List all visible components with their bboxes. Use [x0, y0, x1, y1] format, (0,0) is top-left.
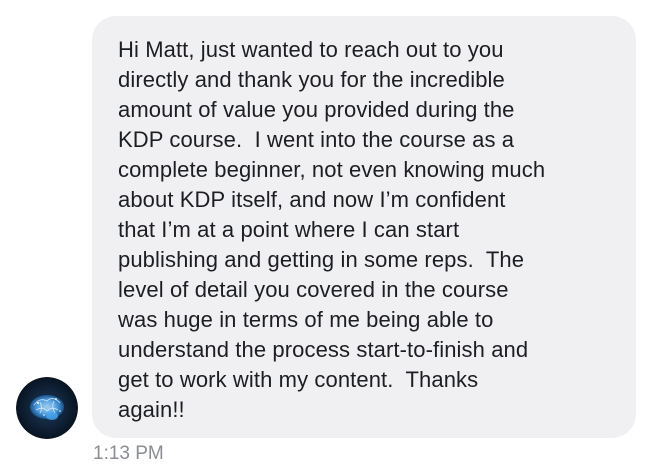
brain-avatar-graphic — [16, 377, 78, 439]
message-text: Hi Matt, just wanted to reach out to you… — [118, 37, 546, 422]
message-bubble[interactable]: Hi Matt, just wanted to reach out to you… — [92, 16, 636, 438]
chat-thread: Hi Matt, just wanted to reach out to you… — [0, 0, 656, 476]
message-timestamp: 1:13 PM — [93, 443, 164, 464]
brain-avatar-icon[interactable] — [16, 377, 78, 439]
